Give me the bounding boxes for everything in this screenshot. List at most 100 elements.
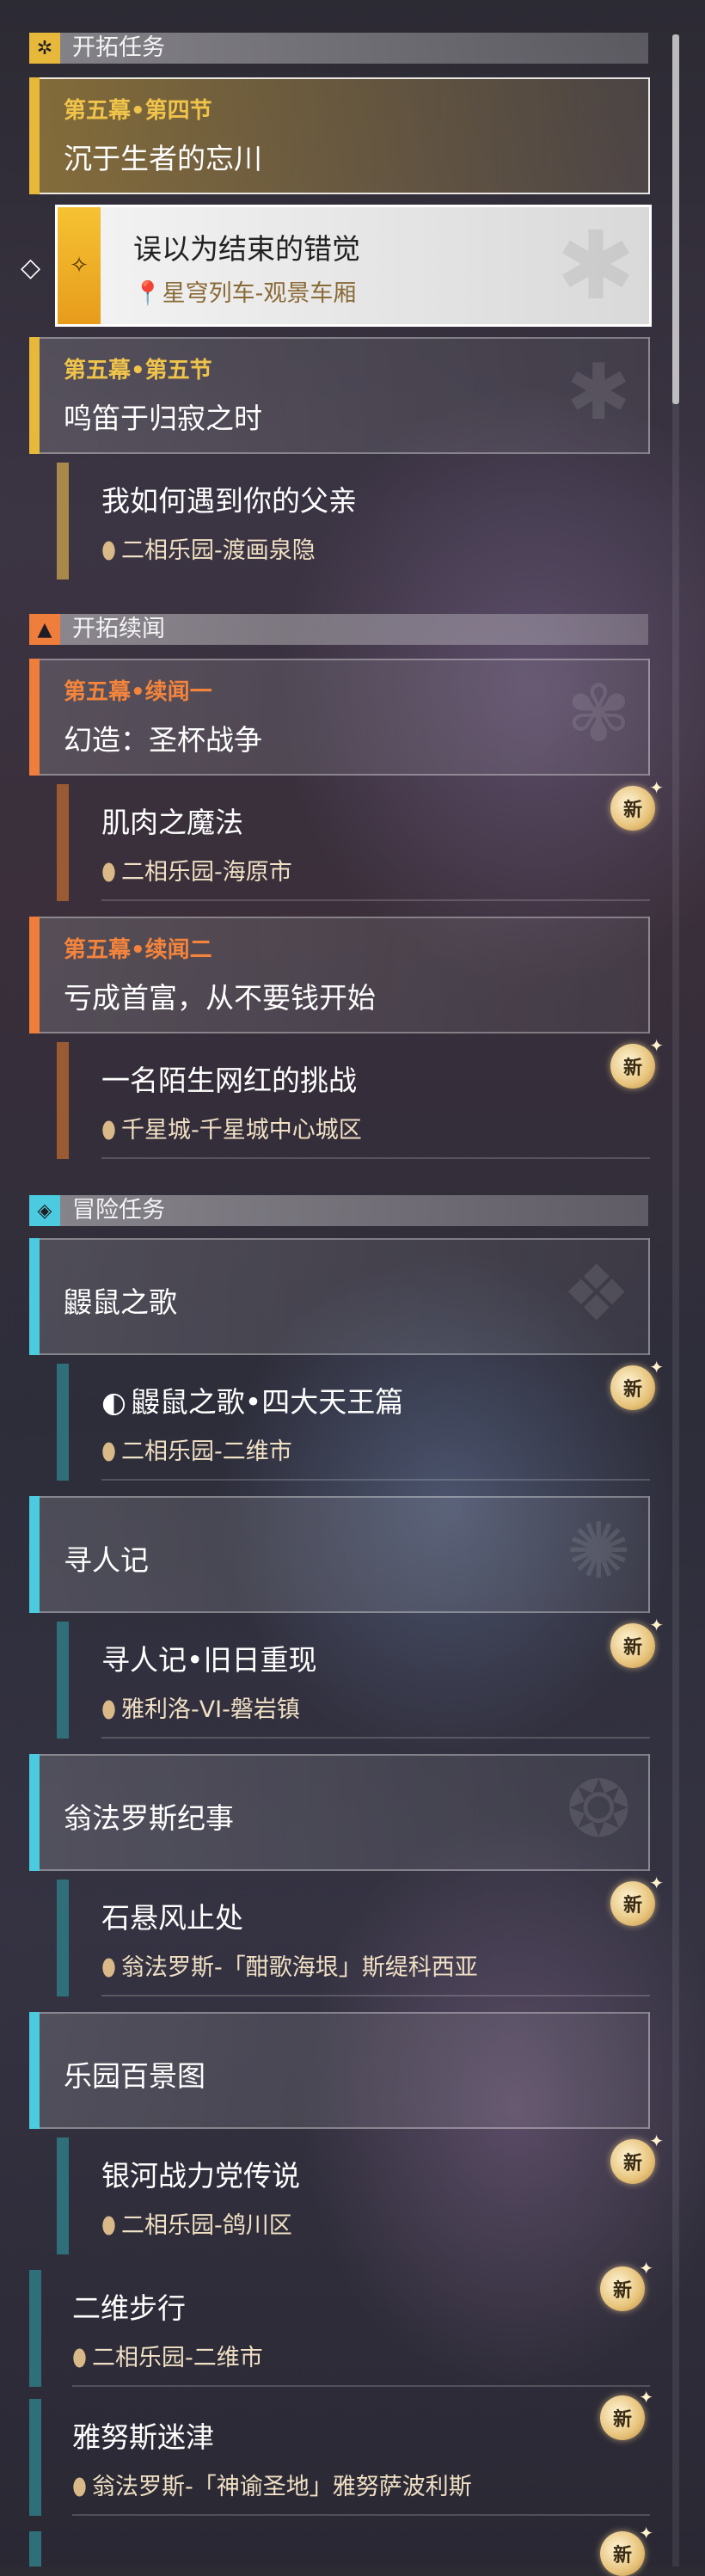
watermark-emblem: ✱ <box>566 347 631 438</box>
mission-card-companion-1[interactable]: 第五幕•续闻一 幻造：圣杯战争 ✾ <box>29 659 650 776</box>
accent-bar <box>29 1496 40 1613</box>
accent-bar <box>29 77 40 194</box>
mission-location: ⬮ 二相乐园-鸽川区 <box>101 2206 292 2240</box>
watermark-emblem: ❂ <box>566 1764 631 1855</box>
mission-item[interactable]: 二维步行 ⬮ 二相乐园-二维市 <box>29 2270 650 2387</box>
accent-bar <box>29 2012 40 2129</box>
mission-item[interactable]: 银河战力党传说 ⬮ 二相乐园-鸽川区 <box>57 2137 650 2254</box>
chapter-label: 第五幕•续闻一 <box>64 679 212 705</box>
accent-bar <box>29 1754 40 1871</box>
mission-card-adventure-1[interactable]: 鼹鼠之歌 ❖ <box>29 1238 650 1355</box>
mission-title: 寻人记•旧日重现 <box>101 1643 317 1677</box>
mission-location: ⬮ 二相乐园-二维市 <box>72 2339 263 2372</box>
new-badge-label: 新 <box>622 1895 642 1917</box>
sparkle-icon: ✦ <box>639 2387 653 2407</box>
location-text: 二相乐园-二维市 <box>91 2345 263 2371</box>
mission-title: 石悬风止处 <box>101 1901 243 1935</box>
compass-diamond-icon: ◈ <box>29 1195 60 1226</box>
accent-bar <box>29 337 40 454</box>
section-title: 开拓任务 <box>72 34 165 61</box>
new-sparkle-icon: 新 ✦ <box>610 1873 664 1926</box>
mission-title: 寻人记 <box>64 1543 149 1577</box>
location-text: 千星城-千星城中心城区 <box>120 1117 362 1144</box>
accent-bar <box>57 784 69 901</box>
scrollbar-track[interactable] <box>672 34 679 2567</box>
new-badge-label: 新 <box>622 2153 642 2174</box>
mission-title: 肌肉之魔法 <box>101 806 243 839</box>
mission-location: ⬮ 千星城-千星城中心城区 <box>101 1111 362 1144</box>
new-badge-label: 新 <box>612 2545 632 2567</box>
accent-bar <box>29 2270 41 2387</box>
section-title: 开拓续闻 <box>72 616 165 642</box>
mission-title: 鸣笛于归寂之时 <box>64 402 262 435</box>
chapter-label: 第五幕•续闻二 <box>64 937 212 963</box>
mission-title: 鼹鼠之歌 <box>64 1285 177 1319</box>
mission-card-adventure-4[interactable]: 乐园百景图 <box>29 2012 650 2129</box>
mission-location: ⬮ 二相乐园-二维市 <box>101 1432 292 1466</box>
mission-title: 翁法罗斯纪事 <box>64 1801 234 1835</box>
watermark-emblem: ✱ <box>555 211 635 321</box>
mission-item[interactable]: 我如何遇到你的父亲 ⬮ 二相乐园-渡画泉隐 <box>57 463 650 580</box>
sparkle-icon: ✦ <box>649 1615 664 1635</box>
sparkle-icon: ✦ <box>649 1035 664 1056</box>
sparkle-icon: ✦ <box>639 2523 653 2543</box>
mission-card-companion-2[interactable]: 第五幕•续闻二 亏成首富，从不要钱开始 <box>29 917 650 1033</box>
new-badge-label: 新 <box>612 2409 632 2431</box>
map-pin-icon: ⬮ <box>101 859 116 886</box>
mission-title: 我如何遇到你的父亲 <box>101 484 357 518</box>
mission-location: ⬮ 二相乐园-渡画泉隐 <box>101 531 316 565</box>
map-pin-icon: ⬮ <box>101 1954 116 1981</box>
mission-card-adventure-3[interactable]: 翁法罗斯纪事 ❂ <box>29 1754 650 1871</box>
sparkle-icon: ✦ <box>649 777 664 798</box>
sparkle-icon: ✦ <box>649 2131 664 2151</box>
mission-title: 二维步行 <box>72 2291 186 2325</box>
new-badge-label: 新 <box>622 1379 642 1401</box>
location-text: 雅利洛-VI-磐岩镇 <box>120 1696 300 1723</box>
tracking-icon: ✧ <box>58 207 101 324</box>
sparkle-icon: ✦ <box>639 2258 653 2279</box>
location-text: 二相乐园-二维市 <box>120 1438 292 1465</box>
new-badge-label: 新 <box>622 1637 642 1659</box>
map-pin-icon: ⬮ <box>101 2212 116 2239</box>
mission-title: 误以为结束的错觉 <box>133 232 360 266</box>
section-header-companion: ▲ 开拓续闻 <box>29 614 648 645</box>
mission-card-adventure-2[interactable]: 寻人记 ✺ <box>29 1496 650 1613</box>
mission-item-selected[interactable]: ✧ 误以为结束的错觉 📍星穹列车-观景车厢 ✱ <box>55 205 652 327</box>
mission-item[interactable]: 寻人记•旧日重现 ⬮ 雅利洛-VI-磐岩镇 <box>57 1622 650 1739</box>
location-text: 翁法罗斯-「神谕圣地」雅努萨波利斯 <box>91 2474 472 2500</box>
new-sparkle-icon: 新 ✦ <box>610 777 664 831</box>
new-badge-label: 新 <box>622 1058 642 1079</box>
mission-item[interactable]: ◐ 鼹鼠之歌•四大天王篇 ⬮ 二相乐园-二维市 <box>57 1364 650 1481</box>
mission-title: 乐园百景图 <box>64 2059 205 2093</box>
mission-title: 沉于生者的忘川 <box>64 142 262 175</box>
map-pin-icon: 📍 <box>133 280 162 307</box>
mission-location: 📍星穹列车-观景车厢 <box>133 274 356 308</box>
mission-title-text: 鼹鼠之歌•四大天王篇 <box>131 1385 404 1419</box>
accent-bar <box>29 659 40 776</box>
map-pin-icon: ⬮ <box>101 1438 116 1465</box>
map-pin-icon: ⬮ <box>101 1117 116 1144</box>
mission-location: ⬮ 二相乐园-海原市 <box>101 853 292 886</box>
accent-bar <box>57 1880 69 1996</box>
mission-location: ⬮ 雅利洛-VI-磐岩镇 <box>101 1690 300 1724</box>
accent-bar <box>29 2399 41 2516</box>
mission-item[interactable]: 肌肉之魔法 ⬮ 二相乐园-海原市 <box>57 784 650 901</box>
mission-item[interactable]: 雅努斯迷津 ⬮ 翁法罗斯-「神谕圣地」雅努萨波利斯 <box>29 2399 650 2516</box>
new-sparkle-icon: 新 ✦ <box>610 2131 664 2184</box>
new-sparkle-icon: 新 ✦ <box>610 1357 664 1410</box>
location-text: 二相乐园-鸽川区 <box>120 2212 292 2239</box>
accent-bar <box>57 1622 69 1739</box>
mission-card-trailblaze-1[interactable]: 第五幕•第四节 沉于生者的忘川 <box>29 77 650 194</box>
mission-item[interactable]: 石悬风止处 ⬮ 翁法罗斯-「酣歌海垠」斯缇科西亚 <box>57 1880 650 1996</box>
mission-title: 银河战力党传说 <box>101 2159 300 2193</box>
mission-item[interactable]: 一名陌生网红的挑战 ⬮ 千星城-千星城中心城区 <box>57 1042 650 1159</box>
mission-log-panel: ✲ 开拓任务 第五幕•第四节 沉于生者的忘川 ◇ ✧ 误以为结束的错觉 📍星穹列… <box>0 0 705 2576</box>
location-text: 二相乐园-海原市 <box>120 859 292 886</box>
mission-title: 幻造：圣杯战争 <box>64 723 262 757</box>
mission-card-trailblaze-2[interactable]: 第五幕•第五节 鸣笛于归寂之时 ✱ <box>29 337 650 454</box>
mission-title: 亏成首富，从不要钱开始 <box>64 981 376 1015</box>
scrollbar-thumb[interactable] <box>672 34 679 404</box>
map-pin-icon: ⬮ <box>72 2474 87 2500</box>
mission-location: ⬮ 翁法罗斯-「酣歌海垠」斯缇科西亚 <box>101 1948 478 1982</box>
new-sparkle-icon: 新 ✦ <box>600 2523 653 2576</box>
